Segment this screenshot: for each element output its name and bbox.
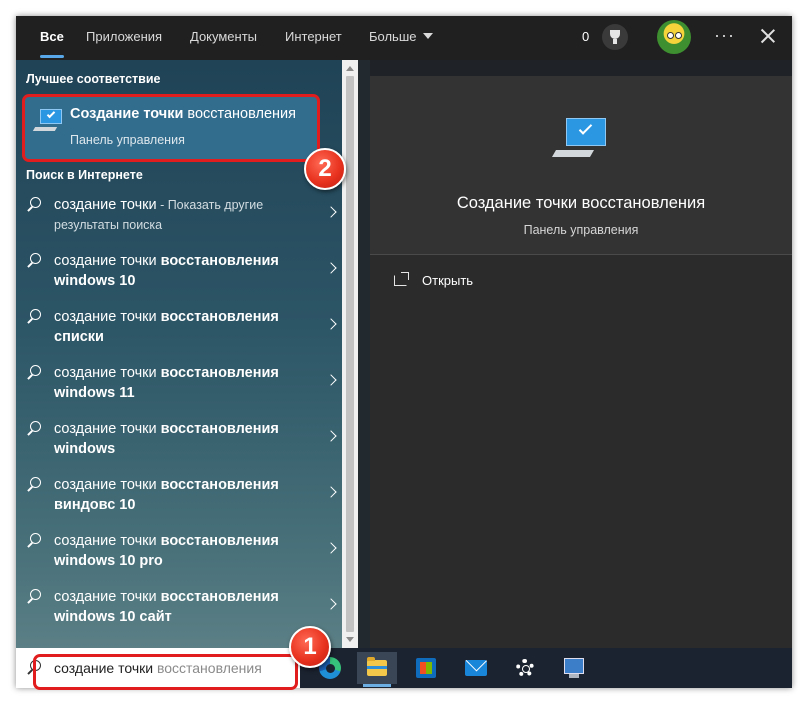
preview-header: Создание точки восстановления Панель упр…: [370, 76, 792, 254]
tab-all[interactable]: Все: [40, 16, 64, 60]
mail-icon: [465, 660, 487, 676]
gear-icon: [516, 659, 534, 677]
web-result-0[interactable]: создание точки - Показать другие результ…: [16, 192, 342, 248]
search-icon: [26, 533, 42, 549]
tab-apps[interactable]: Приложения: [86, 16, 162, 60]
tab-more[interactable]: Больше: [369, 16, 433, 60]
web-result-6[interactable]: создание точки восстановления windows 10…: [16, 528, 342, 584]
web-result-2[interactable]: создание точки восстановления списки: [16, 304, 342, 360]
avatar[interactable]: [657, 20, 691, 54]
web-result-text: создание точки восстановления windows 11: [54, 365, 279, 401]
web-result-5[interactable]: создание точки восстановления виндовс 10: [16, 472, 342, 528]
tab-web[interactable]: Интернет: [285, 16, 342, 60]
results-scrollbar[interactable]: [342, 60, 358, 648]
scroll-down-arrow-icon[interactable]: [346, 637, 354, 642]
scroll-thumb[interactable]: [346, 76, 354, 632]
search-icon: [26, 365, 42, 381]
web-result-text: создание точки восстановления виндовс 10: [54, 477, 279, 513]
chevron-right-icon: [325, 486, 337, 498]
web-result-text: создание точки восстановления списки: [54, 309, 279, 345]
step-badge-2: 2: [304, 148, 346, 190]
chevron-right-icon: [325, 262, 337, 274]
open-action-label: Открыть: [422, 273, 474, 288]
restore-point-computer-icon: [550, 118, 610, 170]
search-icon: [26, 309, 42, 325]
chevron-right-icon: [325, 430, 337, 442]
caret-down-icon: [422, 33, 433, 39]
settings-button[interactable]: [505, 652, 545, 684]
web-result-7[interactable]: создание точки восстановления windows 10…: [16, 584, 342, 640]
web-search-heading: Поиск в Интернете: [26, 168, 143, 182]
tab-documents[interactable]: Документы: [190, 16, 257, 60]
preview-subtitle: Панель управления: [523, 223, 639, 237]
preview-pane: Создание точки восстановления Панель упр…: [370, 76, 792, 648]
web-result-text: создание точки восстановления windows 10…: [54, 533, 279, 569]
more-options-icon[interactable]: ···: [714, 16, 735, 54]
mail-button[interactable]: [456, 652, 496, 684]
chevron-right-icon: [325, 542, 337, 554]
chevron-right-icon: [325, 374, 337, 386]
file-explorer-button[interactable]: [357, 652, 397, 687]
search-icon: [26, 421, 42, 437]
web-result-text: создание точки восстановления windows 10: [54, 253, 279, 289]
step-badge-1: 1: [289, 626, 331, 668]
store-icon: [416, 658, 436, 678]
trophy-icon[interactable]: [602, 24, 628, 50]
store-button[interactable]: [406, 652, 446, 684]
scroll-up-arrow-icon[interactable]: [346, 66, 354, 71]
preview-title: Создание точки восстановления: [456, 194, 706, 212]
chevron-right-icon: [325, 206, 337, 218]
search-icon: [26, 197, 42, 213]
search-tabs-bar: Все Приложения Документы Интернет Больше…: [16, 16, 792, 60]
divider: [370, 254, 792, 255]
chevron-right-icon: [325, 598, 337, 610]
chevron-right-icon: [325, 318, 337, 330]
search-icon: [26, 253, 42, 269]
web-result-3[interactable]: создание точки восстановления windows 11: [16, 360, 342, 416]
remote-desktop-button[interactable]: [554, 652, 594, 684]
search-box-highlight: [33, 654, 298, 690]
best-match-heading: Лучшее соответствие: [26, 72, 161, 86]
rewards-points: 0: [582, 29, 590, 44]
search-icon: [26, 477, 42, 493]
search-icon: [26, 589, 42, 605]
web-result-1[interactable]: создание точки восстановления windows 10: [16, 248, 342, 304]
pane-divider: [358, 60, 370, 648]
web-result-text: создание точки восстановления windows 10…: [54, 589, 279, 625]
best-match-highlight: [22, 94, 320, 162]
folder-icon: [367, 657, 387, 676]
close-icon[interactable]: [756, 24, 780, 48]
web-result-text: создание точки восстановления windows: [54, 421, 279, 457]
web-result-text: создание точки - Показать другие результ…: [54, 197, 264, 232]
remote-desktop-icon: [564, 658, 584, 678]
web-result-4[interactable]: создание точки восстановления windows: [16, 416, 342, 472]
tab-more-label: Больше: [369, 29, 417, 44]
